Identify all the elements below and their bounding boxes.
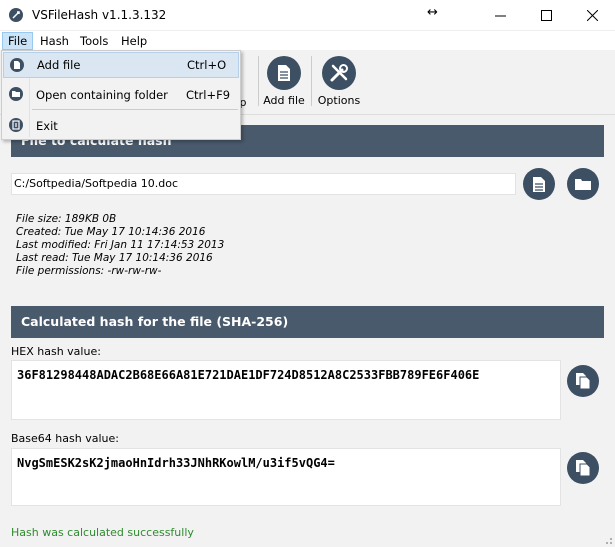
- menu-help[interactable]: Help: [116, 32, 152, 50]
- title-bar: VSFileHash v1.1.3.132 ↔: [0, 0, 615, 31]
- copy-icon: [576, 460, 591, 477]
- minimize-icon: [494, 15, 506, 17]
- hex-hash-label: HEX hash value:: [11, 345, 101, 358]
- base64-hash-value[interactable]: NvgSmESK2sK2jmaoHnIdrh33JNhRKowlM/u3if5v…: [11, 448, 561, 506]
- file-size: File size: 189KB 0B: [16, 213, 117, 225]
- folder-icon: [9, 87, 23, 101]
- copy-hex-button[interactable]: [567, 365, 599, 397]
- minimize-button[interactable]: [477, 0, 523, 31]
- copy-icon: [576, 373, 591, 390]
- base64-hash-label: Base64 hash value:: [11, 432, 119, 445]
- file-menu-dropdown: Add file Ctrl+O Open containing folder C…: [1, 50, 241, 140]
- menu-item-shortcut: Ctrl+F9: [186, 88, 231, 102]
- maximize-icon: [540, 10, 552, 21]
- resize-grip-icon[interactable]: [603, 535, 613, 545]
- close-icon: [586, 10, 598, 21]
- open-folder-button[interactable]: [567, 168, 599, 200]
- main-content: File to calculate hash C:/Softpedia/Soft…: [0, 115, 615, 547]
- file-last-read: Last read: Tue May 17 10:14:36 2016: [16, 252, 213, 264]
- copy-base64-button[interactable]: [567, 452, 599, 484]
- options-toolbar-label: Options: [317, 94, 361, 107]
- toolbar-separator: [311, 56, 312, 106]
- file-modified: Last modified: Fri Jan 11 17:14:53 2013: [16, 239, 225, 251]
- file-created: Created: Tue May 17 10:14:36 2016: [16, 226, 206, 238]
- file-icon: [533, 176, 545, 192]
- options-toolbar-button[interactable]: Options: [316, 54, 362, 112]
- menu-hash[interactable]: Hash: [35, 32, 74, 50]
- menu-separator: [32, 109, 238, 110]
- close-button[interactable]: [569, 0, 615, 31]
- file-info: File size: 189KB 0B Created: Tue May 17 …: [16, 213, 224, 278]
- menu-item-shortcut: Ctrl+O: [187, 58, 227, 72]
- app-icon: [9, 8, 23, 22]
- status-message: Hash was calculated successfully: [11, 526, 194, 539]
- menu-item-exit[interactable]: Exit: [3, 113, 239, 139]
- menu-item-label: Open containing folder: [36, 88, 168, 102]
- toolbar-separator: [258, 56, 259, 106]
- file-permissions: File permissions: -rw-rw-rw-: [16, 265, 162, 277]
- tools-icon: [322, 56, 356, 90]
- hex-hash-value[interactable]: 36F81298448ADAC2B68E66A81E721DAE1DF724D8…: [11, 360, 561, 420]
- exit-icon: [9, 118, 23, 132]
- add-file-toolbar-label: Add file: [263, 94, 305, 107]
- menu-file[interactable]: File: [2, 32, 34, 50]
- menu-item-add-file[interactable]: Add file Ctrl+O: [3, 52, 239, 78]
- hash-section-header: Calculated hash for the file (SHA-256): [11, 306, 604, 338]
- file-path-field[interactable]: C:/Softpedia/Softpedia 10.doc: [11, 173, 516, 195]
- maximize-button[interactable]: [523, 0, 569, 31]
- add-file-toolbar-button[interactable]: Add file: [262, 54, 306, 112]
- menu-item-label: Add file: [37, 58, 81, 72]
- folder-icon: [575, 179, 591, 190]
- resize-cursor-icon: ↔: [427, 5, 438, 20]
- window-title: VSFileHash v1.1.3.132: [32, 8, 167, 22]
- add-file-icon: [10, 58, 24, 72]
- menu-item-open-folder[interactable]: Open containing folder Ctrl+F9: [3, 82, 239, 108]
- menu-bar: File Hash Tools Help: [0, 31, 615, 50]
- browse-file-button[interactable]: [523, 168, 555, 200]
- add-file-icon: [267, 56, 301, 90]
- menu-item-label: Exit: [36, 119, 58, 133]
- menu-tools[interactable]: Tools: [75, 32, 113, 50]
